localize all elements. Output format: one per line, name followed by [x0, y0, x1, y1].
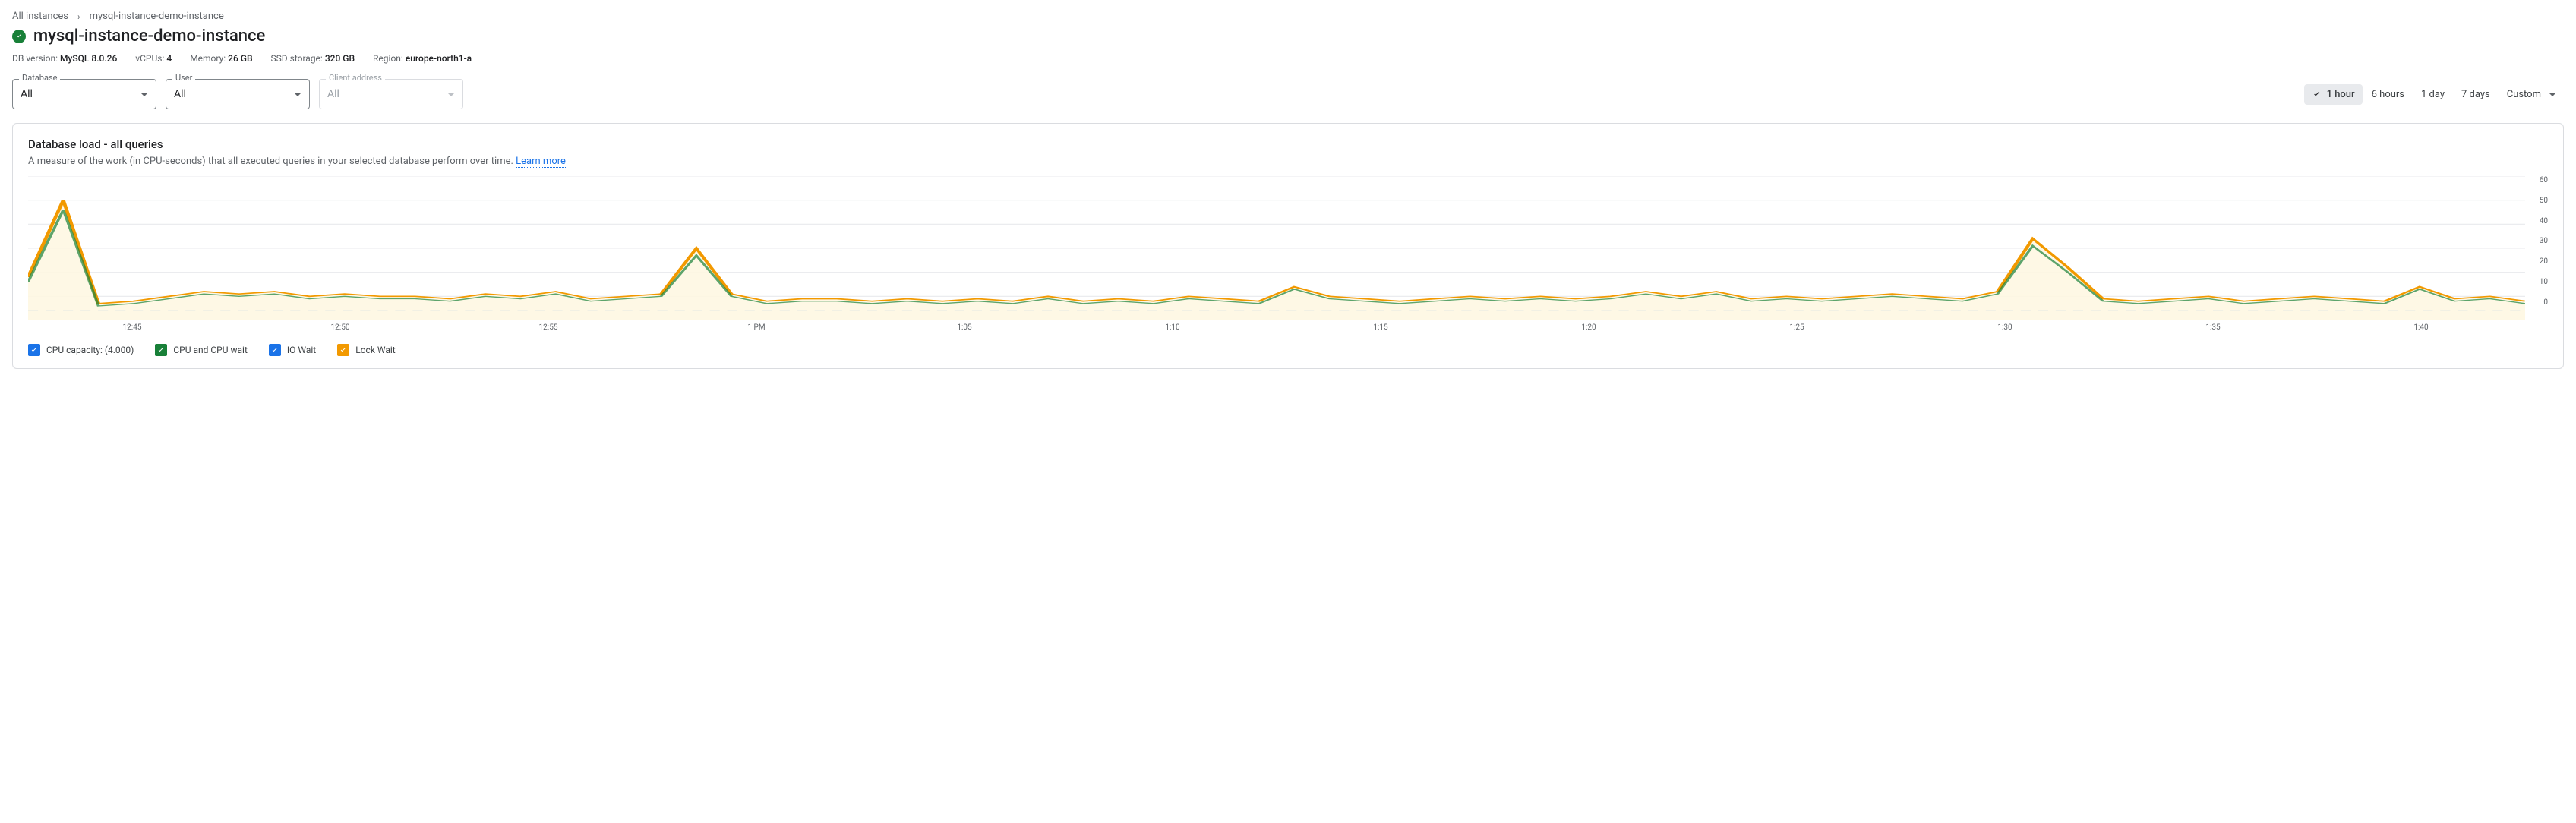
title-row: mysql-instance-demo-instance	[12, 27, 2564, 46]
checkbox-icon	[337, 344, 349, 356]
user-select-label: User	[172, 74, 195, 83]
checkbox-icon	[28, 344, 40, 356]
card-title: Database load - all queries	[28, 137, 2548, 151]
user-select[interactable]: User All	[166, 79, 310, 109]
legend-label: CPU and CPU wait	[173, 345, 248, 355]
region-label: Region:	[373, 53, 403, 64]
card-desc-text: A measure of the work (in CPU-seconds) t…	[28, 156, 513, 167]
legend-label: Lock Wait	[355, 345, 395, 355]
time-range-label: Custom	[2507, 89, 2541, 100]
chevron-down-icon	[140, 93, 148, 96]
chart-xaxis: 12:4512:5012:551 PM1:051:101:151:201:251…	[28, 320, 2548, 338]
chevron-right-icon: ›	[77, 11, 80, 22]
chevron-down-icon	[447, 93, 455, 96]
time-range-6hours[interactable]: 6 hours	[2364, 84, 2412, 105]
database-load-card: Database load - all queries A measure of…	[12, 123, 2564, 369]
chart-legend: CPU capacity: (4.000) CPU and CPU wait I…	[28, 338, 2548, 359]
chevron-down-icon	[2549, 93, 2556, 96]
memory-label: Memory:	[190, 53, 226, 64]
legend-lock-wait[interactable]: Lock Wait	[337, 344, 395, 356]
learn-more-link[interactable]: Learn more	[516, 156, 566, 168]
check-icon	[2312, 89, 2322, 99]
db-version-label: DB version:	[12, 53, 58, 64]
filter-row: Database All User All Client address All…	[12, 79, 2564, 109]
legend-cpu-wait[interactable]: CPU and CPU wait	[155, 344, 248, 356]
database-select-value: All	[21, 88, 140, 100]
client-address-select[interactable]: Client address All	[319, 79, 463, 109]
client-select-value: All	[327, 88, 447, 100]
card-description: A measure of the work (in CPU-seconds) t…	[28, 156, 2548, 167]
checkbox-icon	[155, 344, 167, 356]
database-select-label: Database	[19, 74, 60, 83]
ssd-value: 320 GB	[325, 53, 355, 64]
time-range-label: 1 hour	[2327, 89, 2355, 100]
region-value: europe-north1-a	[406, 53, 472, 64]
vcpus-value: 4	[166, 53, 172, 64]
database-select[interactable]: Database All	[12, 79, 156, 109]
breadcrumb-root[interactable]: All instances	[12, 11, 68, 22]
chart: 6050403020100	[28, 176, 2548, 320]
chevron-down-icon	[294, 93, 301, 96]
checkbox-icon	[269, 344, 281, 356]
time-range-7days[interactable]: 7 days	[2454, 84, 2498, 105]
vcpus-label: vCPUs:	[135, 53, 164, 64]
client-select-label: Client address	[326, 74, 385, 83]
instance-meta: DB version: MySQL 8.0.26 vCPUs: 4 Memory…	[12, 53, 2564, 64]
chart-plot[interactable]	[28, 176, 2525, 320]
time-range-1day[interactable]: 1 day	[2413, 84, 2452, 105]
status-ok-icon	[12, 30, 26, 43]
db-version-value: MySQL 8.0.26	[60, 53, 117, 64]
time-range-selector: 1 hour 6 hours 1 day 7 days Custom	[2304, 84, 2564, 105]
time-range-custom[interactable]: Custom	[2499, 84, 2564, 105]
breadcrumb: All instances › mysql-instance-demo-inst…	[12, 11, 2564, 22]
legend-label: IO Wait	[287, 345, 316, 355]
legend-cpu-capacity[interactable]: CPU capacity: (4.000)	[28, 344, 134, 356]
time-range-label: 7 days	[2461, 89, 2490, 100]
legend-label: CPU capacity: (4.000)	[46, 345, 134, 355]
legend-io-wait[interactable]: IO Wait	[269, 344, 316, 356]
breadcrumb-current: mysql-instance-demo-instance	[90, 11, 224, 22]
ssd-label: SSD storage:	[271, 53, 323, 64]
time-range-1hour[interactable]: 1 hour	[2304, 84, 2363, 105]
time-range-label: 6 hours	[2372, 89, 2404, 100]
page-title: mysql-instance-demo-instance	[33, 27, 265, 46]
time-range-label: 1 day	[2421, 89, 2445, 100]
memory-value: 26 GB	[228, 53, 252, 64]
chart-yaxis: 6050403020100	[2525, 176, 2548, 320]
user-select-value: All	[174, 88, 294, 100]
